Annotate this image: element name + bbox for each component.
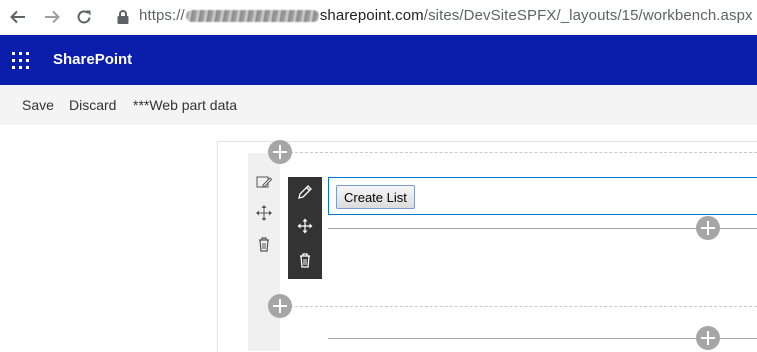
app-launcher-icon[interactable] xyxy=(12,52,29,69)
arrow-left-icon xyxy=(10,10,25,24)
suite-title[interactable]: SharePoint xyxy=(53,51,132,68)
web-part-divider xyxy=(328,228,757,229)
delete-section-icon[interactable] xyxy=(255,235,273,253)
edit-icon[interactable] xyxy=(296,183,314,201)
add-section-button-bottom[interactable] xyxy=(268,294,292,318)
browser-toolbar: https:// sharepoint.com/sites/DevSiteSPFX… xyxy=(0,0,757,34)
address-bar[interactable]: https:// sharepoint.com/sites/DevSiteSPFX… xyxy=(139,7,753,24)
edit-section-icon[interactable] xyxy=(255,173,273,191)
add-section-button-top[interactable] xyxy=(268,140,292,164)
web-part-toolbar xyxy=(288,177,322,279)
arrow-right-icon xyxy=(45,10,60,24)
move-icon[interactable] xyxy=(296,217,314,235)
lock-icon xyxy=(117,10,129,24)
reload-icon xyxy=(77,10,91,24)
back-button[interactable] xyxy=(6,5,30,29)
url-path: /sites/DevSiteSPFX/_layouts/15/workbench… xyxy=(423,7,753,24)
url-scheme: https:// xyxy=(139,7,185,24)
command-bar: Save Discard ***Web part data xyxy=(0,85,757,125)
forward-button[interactable] xyxy=(40,5,64,29)
save-button[interactable]: Save xyxy=(22,97,54,113)
add-web-part-button[interactable] xyxy=(696,216,720,240)
reload-button[interactable] xyxy=(72,5,96,29)
web-part-divider-lower xyxy=(328,338,757,339)
url-redacted-segment xyxy=(185,10,319,23)
create-list-button[interactable]: Create List xyxy=(336,185,415,209)
delete-icon[interactable] xyxy=(296,251,314,269)
section-bottom-divider xyxy=(280,306,757,307)
suite-bar: SharePoint xyxy=(0,35,757,85)
url-host: sharepoint.com xyxy=(319,7,424,24)
discard-button[interactable]: Discard xyxy=(69,97,116,113)
add-web-part-button-lower[interactable] xyxy=(696,326,720,350)
web-part-data-button[interactable]: ***Web part data xyxy=(133,97,237,113)
section-top-divider xyxy=(280,152,757,153)
move-section-icon[interactable] xyxy=(255,204,273,222)
